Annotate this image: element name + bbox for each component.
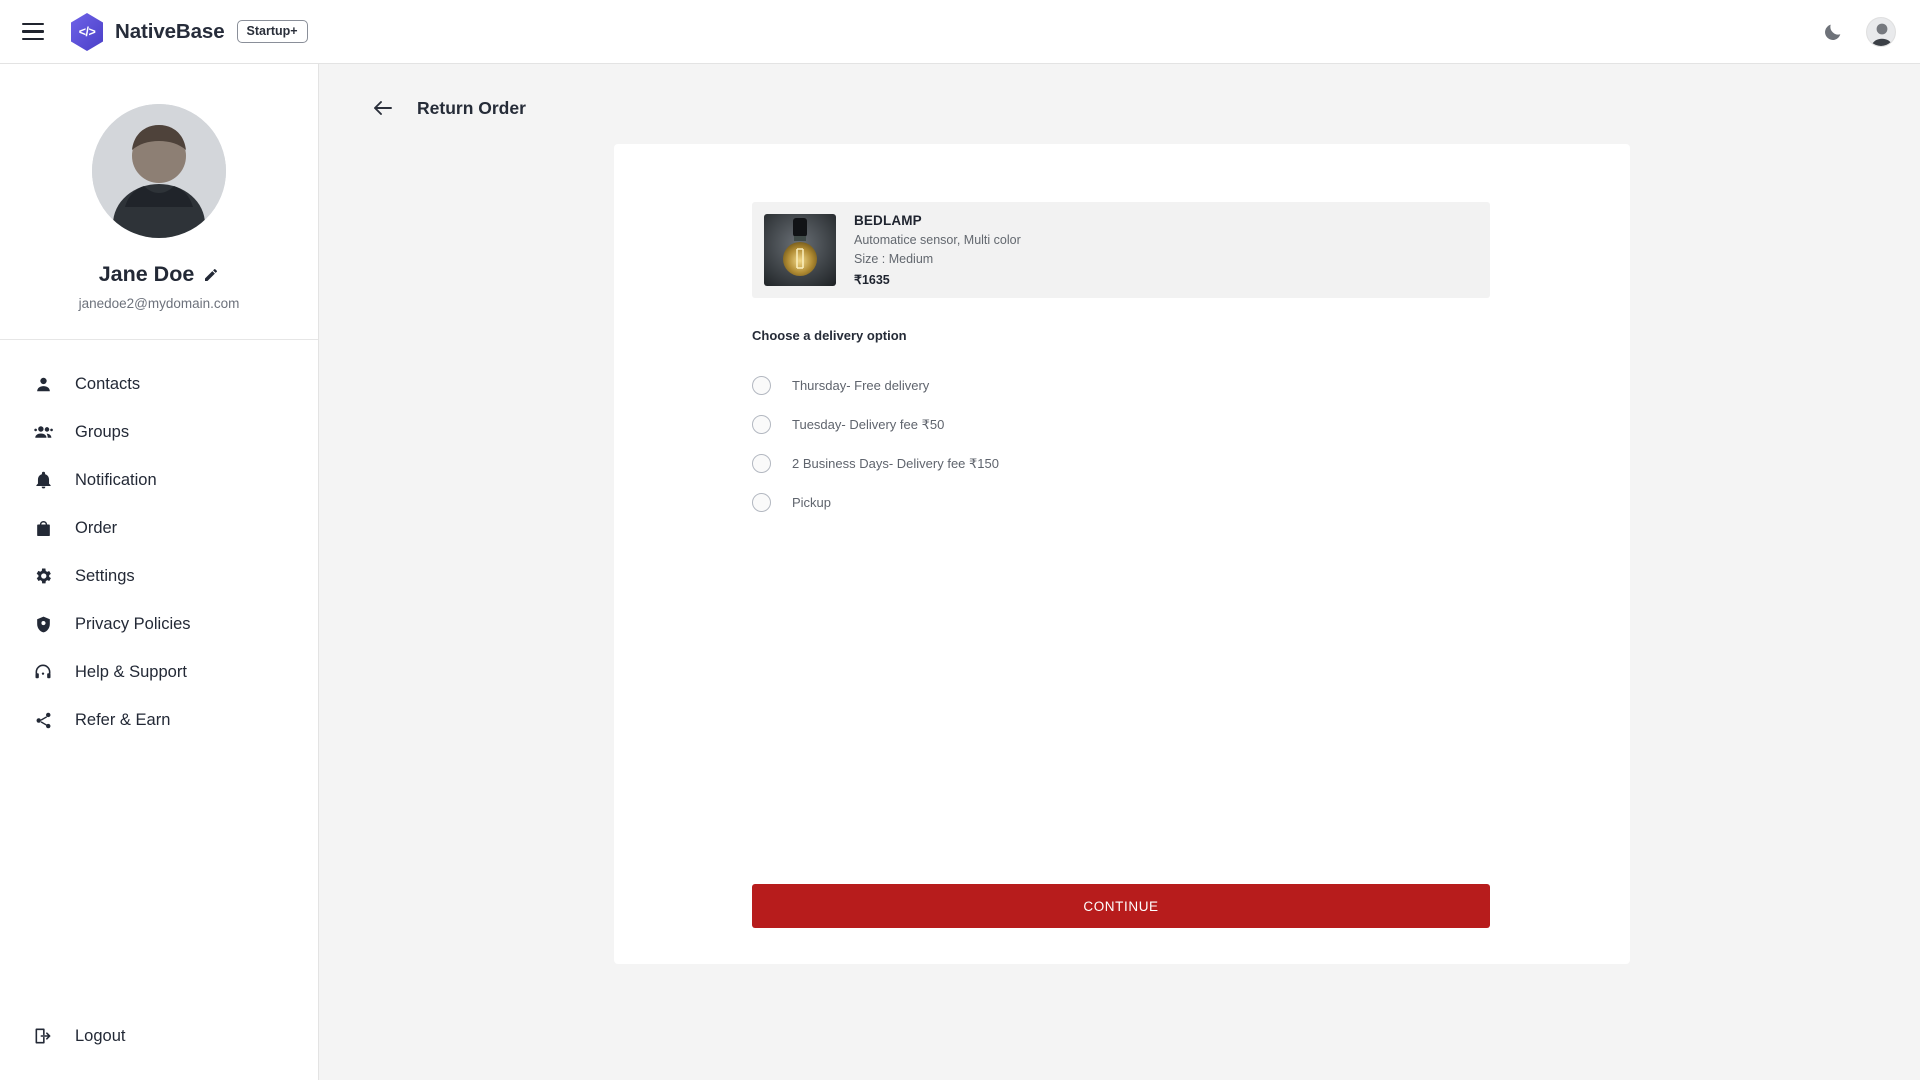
- profile-email: janedoe2@mydomain.com: [78, 296, 240, 311]
- sidebar-item-label: Groups: [75, 422, 130, 441]
- bell-icon: [32, 469, 54, 491]
- delivery-options-group: Thursday- Free delivery Tuesday- Deliver…: [752, 366, 1490, 522]
- product-summary: BEDLAMP Automatice sensor, Multi color S…: [752, 202, 1490, 298]
- sidebar: Jane Doe janedoe2@mydomain.com Contacts: [0, 64, 319, 1080]
- sidebar-item-label: Logout: [75, 1026, 126, 1045]
- radio-button[interactable]: [752, 454, 771, 473]
- product-info: BEDLAMP Automatice sensor, Multi color S…: [854, 213, 1021, 287]
- delivery-option-pickup[interactable]: Pickup: [752, 483, 1490, 522]
- main-content: Return Order BEDLAMP Automatice sensor, …: [319, 64, 1920, 1080]
- delivery-option-label: Pickup: [792, 495, 832, 510]
- share-nodes-icon: [32, 709, 54, 731]
- sidebar-item-label: Contacts: [75, 374, 141, 393]
- sidebar-item-groups[interactable]: Groups: [0, 408, 318, 456]
- sidebar-item-help-support[interactable]: Help & Support: [0, 648, 318, 696]
- sidebar-item-label: Settings: [75, 566, 135, 585]
- delivery-option-2-business-days[interactable]: 2 Business Days- Delivery fee ₹150: [752, 444, 1490, 483]
- sidebar-item-label: Help & Support: [75, 662, 187, 681]
- sidebar-item-refer-earn[interactable]: Refer & Earn: [0, 696, 318, 744]
- delivery-option-thursday[interactable]: Thursday- Free delivery: [752, 366, 1490, 405]
- profile-name-row: Jane Doe: [99, 262, 220, 287]
- sidebar-item-order[interactable]: Order: [0, 504, 318, 552]
- app-header: </> NativeBase Startup+: [0, 0, 1920, 64]
- delivery-option-label: Thursday- Free delivery: [792, 378, 930, 393]
- pencil-icon[interactable]: [203, 267, 219, 283]
- product-size: Size : Medium: [854, 252, 934, 266]
- product-name: BEDLAMP: [854, 213, 922, 228]
- page-header: Return Order: [319, 64, 1920, 120]
- avatar[interactable]: [1866, 16, 1896, 47]
- people-group-icon: [32, 421, 54, 443]
- delivery-option-tuesday[interactable]: Tuesday- Delivery fee ₹50: [752, 405, 1490, 444]
- edison-bulb-photo: [764, 214, 836, 286]
- sidebar-nav: Contacts Groups Notification Order Setti…: [0, 340, 318, 744]
- sidebar-item-label: Privacy Policies: [75, 614, 191, 633]
- header-actions: [1822, 16, 1896, 47]
- headset-icon: [32, 661, 54, 683]
- logout-section: Logout: [0, 1012, 318, 1060]
- sidebar-item-settings[interactable]: Settings: [0, 552, 318, 600]
- delivery-section-label: Choose a delivery option: [752, 328, 907, 343]
- sidebar-item-contacts[interactable]: Contacts: [0, 360, 318, 408]
- product-description: Automatice sensor, Multi color: [854, 233, 1021, 247]
- gear-icon: [32, 565, 54, 587]
- sidebar-item-label: Notification: [75, 470, 157, 489]
- radio-button[interactable]: [752, 376, 771, 395]
- delivery-option-label: 2 Business Days- Delivery fee ₹150: [792, 455, 999, 471]
- hamburger-menu-icon[interactable]: [22, 19, 48, 45]
- sidebar-item-label: Order: [75, 518, 118, 537]
- profile-avatar[interactable]: [92, 104, 226, 238]
- person-icon: [32, 373, 54, 395]
- product-price: ₹1635: [854, 273, 890, 287]
- arrow-left-icon[interactable]: [371, 96, 395, 120]
- return-order-card: BEDLAMP Automatice sensor, Multi color S…: [614, 144, 1630, 964]
- shield-icon: [32, 613, 54, 635]
- radio-button[interactable]: [752, 493, 771, 512]
- page-title: Return Order: [417, 97, 526, 118]
- sidebar-item-notification[interactable]: Notification: [0, 456, 318, 504]
- brand-name: NativeBase: [115, 19, 225, 43]
- sidebar-item-logout[interactable]: Logout: [0, 1012, 318, 1060]
- sidebar-divider: [0, 339, 318, 340]
- radio-button[interactable]: [752, 415, 771, 434]
- logout-icon: [32, 1025, 54, 1047]
- sidebar-item-label: Refer & Earn: [75, 710, 171, 729]
- continue-button[interactable]: CONTINUE: [752, 884, 1490, 928]
- delivery-option-label: Tuesday- Delivery fee ₹50: [792, 416, 945, 432]
- profile-name: Jane Doe: [98, 262, 195, 286]
- nativebase-logo-icon: </>: [70, 12, 104, 51]
- moon-icon[interactable]: [1822, 21, 1844, 43]
- shopping-bag-icon: [32, 517, 54, 539]
- logo-code-glyph: </>: [78, 25, 96, 39]
- profile-section: Jane Doe janedoe2@mydomain.com: [0, 64, 318, 340]
- plan-badge: Startup+: [236, 20, 308, 43]
- sidebar-item-privacy-policies[interactable]: Privacy Policies: [0, 600, 318, 648]
